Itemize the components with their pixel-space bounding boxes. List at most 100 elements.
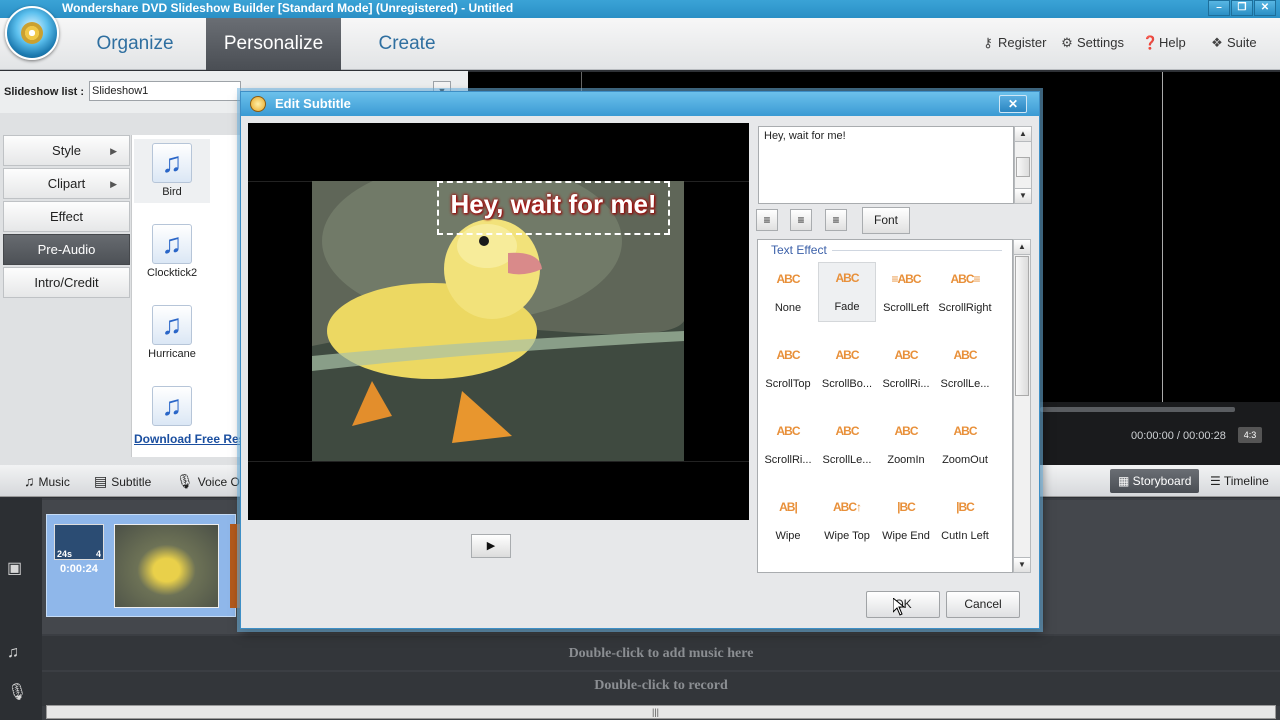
subtitle-text-input[interactable]: Hey, wait for me! bbox=[758, 126, 1014, 204]
menu-bar: Organize Personalize Create ⚷ Register ⚙ S… bbox=[0, 6, 1280, 70]
horizontal-scrollbar[interactable]: ||| bbox=[46, 705, 1276, 719]
title-bar: Wondershare DVD Slideshow Builder [Stand… bbox=[0, 0, 1280, 18]
tab-storyboard[interactable]: ▦ Storyboard bbox=[1110, 469, 1200, 493]
close-button[interactable]: ✕ bbox=[1254, 0, 1276, 16]
preview-time: 00:00:00 / 00:00:28 bbox=[1131, 430, 1226, 442]
music-note-icon: ♫ bbox=[152, 143, 192, 183]
scroll-down-icon[interactable]: ▼ bbox=[1015, 188, 1031, 203]
sidebar-item-clipart[interactable]: Clipart ▶ bbox=[3, 168, 130, 199]
sidebar-item-effect[interactable]: Effect bbox=[3, 201, 130, 232]
scroll-up-icon[interactable]: ▲ bbox=[1015, 127, 1031, 142]
text-scrollbar[interactable]: ▲ ▼ bbox=[1014, 126, 1032, 204]
slideshow-list-label: Slideshow list : bbox=[4, 86, 85, 98]
effect-scroll-left-2[interactable]: ABC ScrollLe... bbox=[936, 340, 994, 398]
effect-scrollbar[interactable]: ▲ ▼ bbox=[1013, 239, 1031, 573]
effect-wipe-top[interactable]: ABC↑ Wipe Top bbox=[818, 492, 876, 550]
clip-badge-right: 4 bbox=[95, 549, 101, 559]
film-icon: ▣ bbox=[7, 560, 23, 577]
window-title: Wondershare DVD Slideshow Builder [Stand… bbox=[62, 1, 514, 15]
list-icon: ☰ bbox=[1210, 474, 1224, 488]
preview-frame-right bbox=[1162, 72, 1163, 402]
list-item[interactable]: ♫ Hurricane bbox=[134, 301, 210, 360]
tab-timeline[interactable]: ☰ Timeline bbox=[1202, 469, 1277, 493]
subtitle-tool[interactable]: ▤ Subtitle bbox=[94, 473, 151, 490]
music-track-hint: Double-click to add music here bbox=[568, 646, 754, 661]
music-note-icon: ♫ bbox=[152, 224, 192, 264]
effect-fade[interactable]: ABC Fade bbox=[818, 262, 876, 322]
minimize-button[interactable]: – bbox=[1208, 0, 1230, 16]
chevron-right-icon: ▶ bbox=[110, 179, 117, 189]
suite-icon: ❖ bbox=[1211, 35, 1223, 50]
list-item[interactable]: ♫ Clocktick2 bbox=[134, 220, 210, 279]
restore-button[interactable]: ❐ bbox=[1231, 0, 1253, 16]
effect-scroll-left[interactable]: ≡ABC ScrollLeft bbox=[877, 264, 935, 322]
effect-scroll-right[interactable]: ABC≡ ScrollRight bbox=[936, 264, 994, 322]
dialog-close-button[interactable]: ✕ bbox=[999, 95, 1027, 113]
scroll-thumb[interactable] bbox=[1016, 157, 1030, 177]
chevron-right-icon: ▶ bbox=[110, 146, 117, 156]
music-note-icon: ♫ bbox=[152, 305, 192, 345]
effect-zoom-out[interactable]: ABC ZoomOut bbox=[936, 416, 994, 474]
scroll-thumb[interactable] bbox=[1015, 256, 1029, 396]
music-library: ♫ Bird ♫ Clocktick2 ♫ Hurricane ♫ bbox=[131, 135, 241, 457]
clip-badge-left: 24s bbox=[57, 549, 73, 559]
tab-personalize[interactable]: Personalize bbox=[206, 18, 341, 70]
effect-scroll-top[interactable]: ABC ScrollTop bbox=[759, 340, 817, 398]
music-note-icon: ♫ bbox=[7, 644, 19, 661]
sidebar-item-style[interactable]: Style ▶ bbox=[3, 135, 130, 166]
music-tool[interactable]: ♫ Music bbox=[24, 473, 70, 489]
scroll-grip-icon: ||| bbox=[652, 707, 660, 717]
effect-scroll-left-3[interactable]: ABC ScrollLe... bbox=[818, 416, 876, 474]
key-icon: ⚷ bbox=[983, 35, 993, 50]
list-item[interactable]: ♫ Bird bbox=[134, 139, 210, 203]
register-link[interactable]: ⚷ Register bbox=[981, 35, 1046, 51]
help-link[interactable]: ❓Help bbox=[1142, 35, 1186, 51]
align-center-button[interactable]: ≡ bbox=[790, 209, 812, 231]
sidebar-item-intro-credit[interactable]: Intro/Credit bbox=[3, 267, 130, 298]
preview-progress[interactable] bbox=[1040, 407, 1235, 412]
slideshow-list-select[interactable]: Slideshow1 bbox=[89, 81, 241, 101]
effect-none[interactable]: ABC None bbox=[759, 264, 817, 322]
dialog-app-icon bbox=[250, 96, 266, 112]
effect-wipe[interactable]: AB| Wipe bbox=[759, 492, 817, 550]
track-icons-column: ▣ ♫ 🎙 bbox=[0, 498, 42, 720]
list-item[interactable]: ♫ bbox=[134, 382, 210, 429]
play-button[interactable]: ▶ bbox=[471, 534, 511, 558]
microphone-icon: 🎙 bbox=[176, 473, 194, 489]
download-free-resources-link[interactable]: Download Free Res bbox=[134, 432, 245, 446]
text-effect-header: Text Effect bbox=[771, 243, 827, 257]
suite-link[interactable]: ❖ Suite bbox=[1210, 35, 1256, 51]
effect-zoom-in[interactable]: ABC ZoomIn bbox=[877, 416, 935, 474]
help-icon: ❓ bbox=[1142, 35, 1159, 50]
aspect-ratio-button[interactable]: 4:3 bbox=[1238, 427, 1262, 443]
scroll-down-icon[interactable]: ▼ bbox=[1014, 557, 1030, 572]
effect-scroll-right-3[interactable]: ABC ScrollRi... bbox=[759, 416, 817, 474]
align-left-button[interactable]: ≡ bbox=[756, 209, 778, 231]
gear-icon: ⚙ bbox=[1061, 35, 1073, 50]
settings-link[interactable]: ⚙ Settings bbox=[1060, 35, 1124, 51]
mouse-cursor-icon bbox=[893, 598, 905, 616]
effect-wipe-end[interactable]: |BC Wipe End bbox=[877, 492, 935, 550]
scroll-up-icon[interactable]: ▲ bbox=[1014, 240, 1030, 255]
sidebar-item-pre-audio[interactable]: Pre-Audio bbox=[3, 234, 130, 265]
grid-icon: ▦ bbox=[1118, 474, 1133, 488]
cancel-button[interactable]: Cancel bbox=[946, 591, 1020, 618]
align-right-button[interactable]: ≡ bbox=[825, 209, 847, 231]
record-track-hint: Double-click to record bbox=[594, 678, 728, 693]
preview-divider bbox=[248, 461, 749, 462]
app-logo-icon[interactable] bbox=[5, 6, 59, 60]
clip-thumbnail[interactable] bbox=[114, 524, 219, 608]
effect-scroll-right-2[interactable]: ABC ScrollRi... bbox=[877, 340, 935, 398]
effect-scroll-bottom[interactable]: ABC ScrollBo... bbox=[818, 340, 876, 398]
clip-duration: 0:00:24 bbox=[60, 563, 98, 575]
music-note-icon: ♫ bbox=[24, 473, 35, 489]
dialog-title-bar[interactable]: Edit Subtitle ✕ bbox=[241, 92, 1039, 116]
effect-cutin-left[interactable]: |BC CutIn Left bbox=[936, 492, 994, 550]
tab-create[interactable]: Create bbox=[341, 18, 473, 70]
music-note-icon: ♫ bbox=[152, 386, 192, 426]
subtitle-overlay-text: Hey, wait for me! bbox=[450, 189, 657, 219]
subtitle-icon: ▤ bbox=[94, 473, 108, 489]
tab-organize[interactable]: Organize bbox=[72, 18, 198, 70]
slideshow-thumbnail-icon: 24s 4 bbox=[54, 524, 104, 560]
font-button[interactable]: Font bbox=[862, 207, 910, 234]
